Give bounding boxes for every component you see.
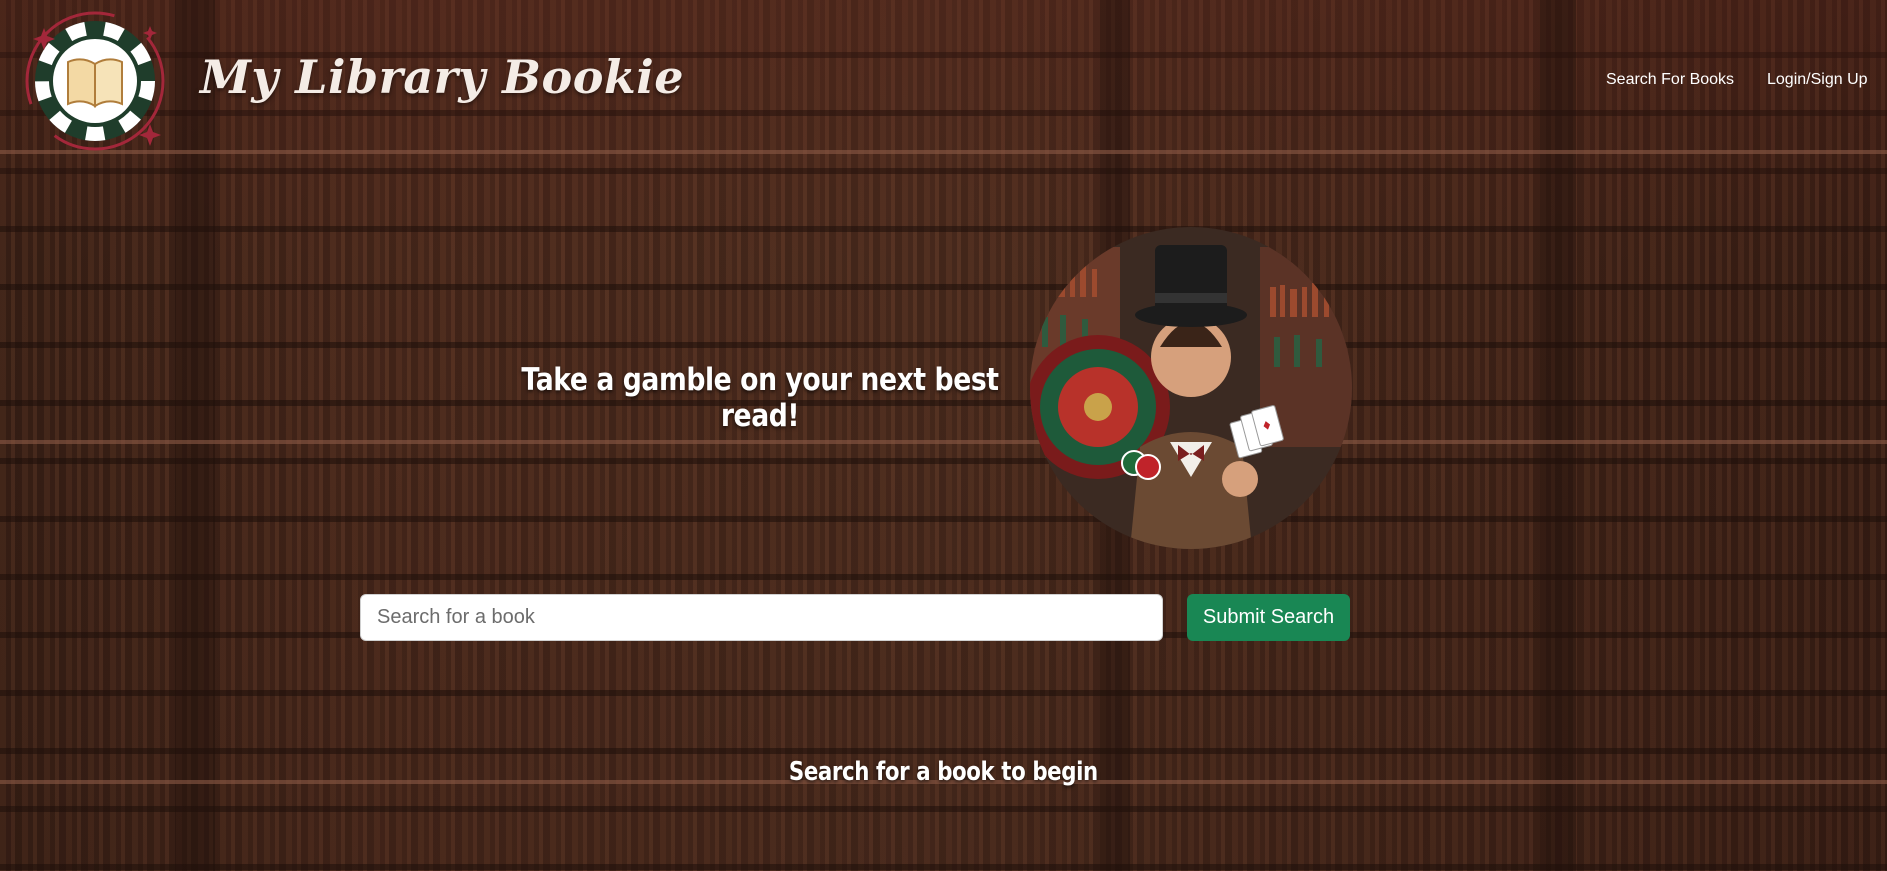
nav-search-for-books[interactable]: Search For Books bbox=[1606, 71, 1734, 89]
site-title: My Library Bookie bbox=[200, 50, 685, 104]
nav-login-signup[interactable]: Login/Sign Up bbox=[1767, 71, 1868, 89]
search-status-message: Search for a book to begin bbox=[0, 757, 1887, 787]
book-poker-chip-logo-icon bbox=[25, 11, 165, 151]
balcony-rail-middle bbox=[0, 440, 1887, 444]
submit-search-button[interactable]: Submit Search bbox=[1187, 594, 1350, 641]
balcony-rail-top bbox=[0, 150, 1887, 154]
book-search-input[interactable] bbox=[360, 594, 1163, 641]
gambler-portrait-image: ♦ bbox=[1030, 227, 1352, 549]
library-background bbox=[0, 0, 1887, 871]
pillar-right bbox=[1540, 0, 1576, 871]
hero-tagline: Take a gamble on your next best read! bbox=[521, 362, 999, 434]
search-status-text: Search for a book to begin bbox=[789, 757, 1098, 787]
pillar-left bbox=[175, 0, 215, 871]
